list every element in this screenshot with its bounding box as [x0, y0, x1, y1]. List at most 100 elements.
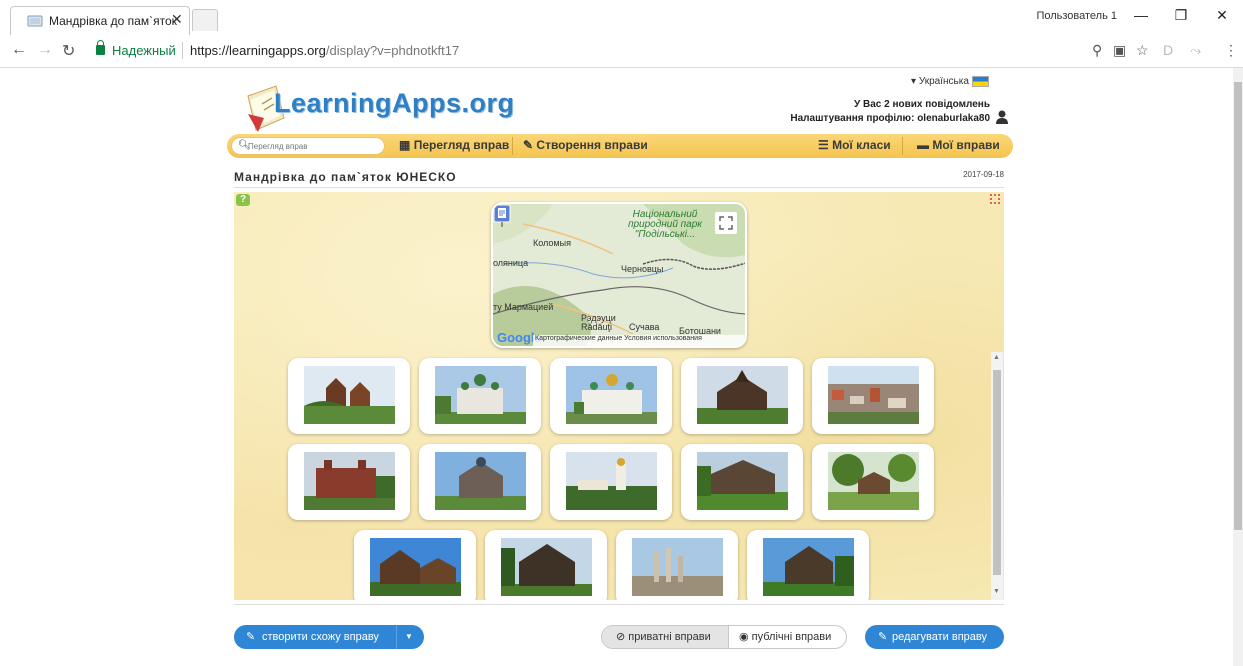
- map-fullscreen-icon[interactable]: [715, 212, 737, 234]
- extension-icon[interactable]: D: [1163, 42, 1173, 58]
- folder-icon: ▬: [917, 138, 929, 152]
- user-icon[interactable]: [996, 110, 1008, 124]
- private-apps-toggle[interactable]: ⊘ приватні вправи: [602, 626, 728, 648]
- photo-card[interactable]: [485, 530, 607, 600]
- edit-icon: ✎: [246, 631, 256, 643]
- photo-card[interactable]: [354, 530, 476, 600]
- public-label: публічні вправи: [751, 631, 832, 643]
- close-window-icon[interactable]: ✕: [1207, 4, 1237, 26]
- menu-divider: [512, 137, 513, 155]
- browser-tab[interactable]: Мандрівка до пам`яток ✕: [10, 6, 190, 35]
- zoom-icon[interactable]: ⚲: [1092, 42, 1102, 59]
- edit-app-button[interactable]: ✎ редагувати вправу: [865, 625, 1004, 649]
- list-icon: ☰: [818, 138, 829, 152]
- translate-icon[interactable]: ▣: [1113, 42, 1126, 59]
- app-canvas: ? Національний природний парк "Подільськ…: [234, 192, 1004, 600]
- cards-scrollbar[interactable]: ▲ ▼: [991, 352, 1003, 600]
- page-scroll-thumb[interactable]: [1234, 82, 1242, 530]
- menu-browse-label: Перегляд вправ: [413, 138, 510, 152]
- private-label: приватні вправи: [628, 631, 711, 643]
- logo-text: LearningApps.org: [274, 88, 515, 118]
- photo-card[interactable]: [812, 444, 934, 520]
- close-tab-icon[interactable]: ✕: [171, 11, 183, 28]
- white-church-photo: [435, 366, 526, 424]
- menu-my-apps[interactable]: ▬ Мої вправи: [917, 138, 1000, 152]
- photo-card[interactable]: [812, 358, 934, 434]
- photo-card[interactable]: [419, 444, 541, 520]
- menu-create[interactable]: ✎ Створення вправи: [523, 138, 648, 152]
- forward-icon[interactable]: →: [37, 41, 53, 59]
- dropdown-caret-icon[interactable]: ▼: [405, 625, 413, 649]
- scroll-up-icon[interactable]: ▲: [993, 354, 1000, 361]
- browser-tab-bar: Мандрівка до пам`яток ✕ Пользователь 1 —…: [0, 0, 1243, 35]
- url-text[interactable]: https://learningapps.org/display?v=phdno…: [190, 43, 459, 58]
- public-apps-toggle[interactable]: ◉ публічні вправи: [728, 626, 846, 648]
- city-panorama-photo: [828, 366, 919, 424]
- web-page: LearningApps.org ▾ Українська У Вас 2 но…: [0, 68, 1243, 666]
- photo-card[interactable]: [288, 358, 410, 434]
- fullscreen-icon[interactable]: [990, 194, 1000, 204]
- reload-icon[interactable]: ↻: [62, 41, 75, 61]
- restore-icon[interactable]: ❐: [1166, 4, 1196, 26]
- create-similar-button[interactable]: ✎ створити схожу вправу ▼: [234, 625, 424, 649]
- map-widget[interactable]: Національний природний парк "Подільські.…: [491, 202, 747, 348]
- site-logo[interactable]: LearningApps.org: [244, 74, 514, 136]
- app-date: 2017-09-18: [963, 170, 1004, 179]
- photo-card[interactable]: [550, 358, 672, 434]
- photo-card[interactable]: [288, 444, 410, 520]
- scroll-down-icon[interactable]: ▼: [993, 588, 1000, 595]
- eye-slash-icon: ⊘: [616, 631, 626, 643]
- favicon-icon: [27, 15, 43, 27]
- lavra-photo: [566, 452, 657, 510]
- app-title: Мандрівка до пам`яток ЮНЕСКО: [234, 170, 457, 184]
- wooden-church-photo: [435, 452, 526, 510]
- minimize-icon[interactable]: —: [1126, 4, 1156, 26]
- map-label-park: Національний природний парк "Подільські.…: [627, 209, 703, 240]
- photo-card[interactable]: [681, 444, 803, 520]
- omnibox[interactable]: Надежный https://learningapps.org/displa…: [86, 39, 1146, 64]
- new-tab-button[interactable]: [192, 9, 218, 31]
- visibility-toggle: ⊘ приватні вправи ◉ публічні вправи: [601, 625, 847, 649]
- divider: [234, 604, 1004, 605]
- language-label: Українська: [918, 76, 969, 88]
- profile-link[interactable]: Налаштування профілю: olenaburlaka80: [790, 113, 990, 124]
- language-selector[interactable]: ▾ Українська: [911, 76, 989, 87]
- page-scrollbar[interactable]: [1233, 68, 1243, 666]
- map-attribution[interactable]: Картографические данные Условия использо…: [533, 335, 745, 346]
- search-input[interactable]: [248, 139, 378, 153]
- ukraine-flag-icon: [971, 76, 989, 87]
- app-title-row: Мандрівка до пам`яток ЮНЕСКО 2017-09-18: [234, 168, 1004, 188]
- browser-user[interactable]: Пользователь 1: [1036, 10, 1117, 22]
- help-icon[interactable]: ?: [236, 194, 250, 206]
- map-label-radauti: Рэдэуци Rădăuţi: [581, 313, 616, 332]
- menu-dots-icon[interactable]: ⋮: [1224, 42, 1238, 59]
- cards-scroll-thumb[interactable]: [993, 370, 1001, 575]
- map-label-chernivtsi: Черновцы: [621, 264, 664, 274]
- photo-card[interactable]: [616, 530, 738, 600]
- menu-classes[interactable]: ☰ Мої класи: [818, 138, 891, 152]
- photo-card[interactable]: [550, 444, 672, 520]
- menu-create-label: Створення вправи: [536, 138, 648, 152]
- photo-card[interactable]: [681, 358, 803, 434]
- share-icon[interactable]: ⤳: [1190, 42, 1201, 59]
- messages-link[interactable]: У Вас 2 нових повідомлень: [854, 99, 990, 110]
- menu-classes-label: Мої класи: [832, 138, 891, 152]
- sophia-cathedral-photo: [566, 366, 657, 424]
- divider: [182, 42, 183, 59]
- edit-app-label: редагувати вправу: [892, 631, 988, 643]
- back-icon[interactable]: ←: [11, 41, 27, 59]
- wooden-church-photo: [697, 452, 788, 510]
- secure-label: Надежный: [112, 43, 176, 58]
- residence-building-photo: [304, 452, 395, 510]
- menu-browse[interactable]: ▦ Перегляд вправ: [399, 138, 509, 152]
- search-box[interactable]: 🔍︎: [231, 137, 385, 155]
- photo-card[interactable]: [419, 358, 541, 434]
- wooden-church-trees-photo: [828, 452, 919, 510]
- bookmark-star-icon[interactable]: ☆: [1136, 42, 1149, 59]
- wooden-church-photo: [304, 366, 395, 424]
- wooden-church-photo: [697, 366, 788, 424]
- map-pin-icon[interactable]: [493, 204, 511, 228]
- map-label-kolomyia: Коломыя: [533, 238, 571, 248]
- main-menu-bar: 🔍︎ ▦ Перегляд вправ ✎ Створення вправи ☰…: [227, 134, 1013, 158]
- photo-card[interactable]: [747, 530, 869, 600]
